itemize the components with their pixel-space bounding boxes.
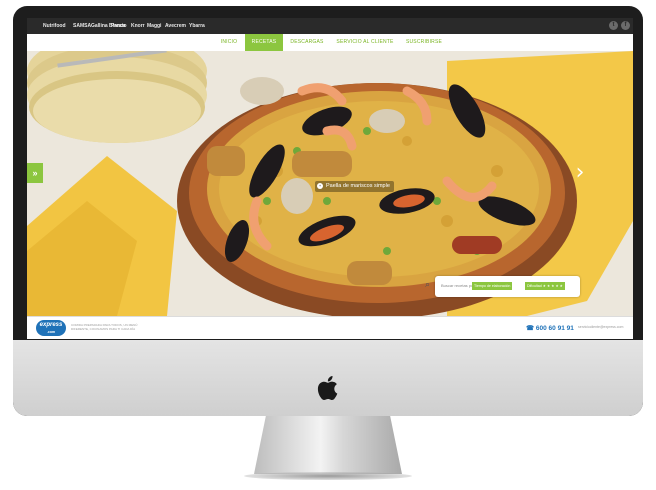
nav-item-suscribirse[interactable]: SUSCRIBIRSE [401,34,447,51]
nav-item-inicio[interactable]: INICIO [213,34,245,51]
footer: express .com COMIDA PREPARADA PARA TODOS… [27,316,633,339]
brand-logo-knorr[interactable]: Knorr [131,22,145,30]
recipe-search-box: ⌕ Buscar recetas por: Tiempo de elaborac… [425,276,580,297]
filter-chip-difficulty[interactable]: Dificultad ★ ★ ★ ★ ★ [525,282,565,290]
hero-slider[interactable]: » › + Paella de mariscos simple ⌕ Buscar … [27,51,633,316]
recipe-caption[interactable]: + Paella de mariscos simple [315,181,394,192]
search-icon[interactable]: ⌕ [425,280,435,292]
brand-logo-avecrem[interactable]: Avecrem [165,22,186,30]
nav-item-servicio-cliente[interactable]: SERVICIO AL CLIENTE [335,34,395,51]
brand-logo-maggi[interactable]: Maggi [147,22,161,30]
slider-prev-arrow[interactable]: » [27,163,43,183]
apple-logo-icon [317,376,338,401]
contact-email[interactable]: serviciocliente@express.com [578,325,623,329]
twitter-icon[interactable]: t [609,21,618,30]
monitor-stand [254,416,402,474]
express-logo-text: express [39,322,63,328]
screen: Nutrifood SAMSA Gallina Blanca Presto Kn… [27,18,633,339]
top-bar: Nutrifood SAMSA Gallina Blanca Presto Kn… [27,18,633,34]
stand-shadow [244,472,412,480]
footer-tagline: COMIDA PREPARADA PARA TODOS, UN MENÚ DIF… [71,323,138,331]
slider-next-arrow[interactable]: › [573,161,587,185]
brand-logo-nutrifood[interactable]: Nutrifood [43,22,66,30]
plus-icon: + [317,182,323,189]
filter-chip-time[interactable]: Tiempo de elaboración [472,282,513,290]
nav-item-descargas[interactable]: DESCARGAS [287,34,327,51]
brand-logo-presto[interactable]: Presto [111,22,127,30]
express-logo[interactable]: express .com [36,320,66,336]
search-label: Buscar recetas por: [441,283,476,288]
recipe-caption-text: Paella de mariscos simple [326,183,390,189]
brand-logo-ybarra[interactable]: Ybarra [189,22,205,30]
brand-logo-samsa[interactable]: SAMSA [73,22,91,30]
facebook-icon[interactable]: f [621,21,630,30]
phone-number[interactable]: ☎ 600 60 91 91 [526,324,574,332]
express-logo-sub: .com [46,330,56,334]
main-nav: INICIO RECETAS DESCARGAS SERVICIO AL CLI… [27,34,633,52]
phone-text: 600 60 91 91 [535,325,574,332]
nav-item-recetas[interactable]: RECETAS [245,34,283,51]
